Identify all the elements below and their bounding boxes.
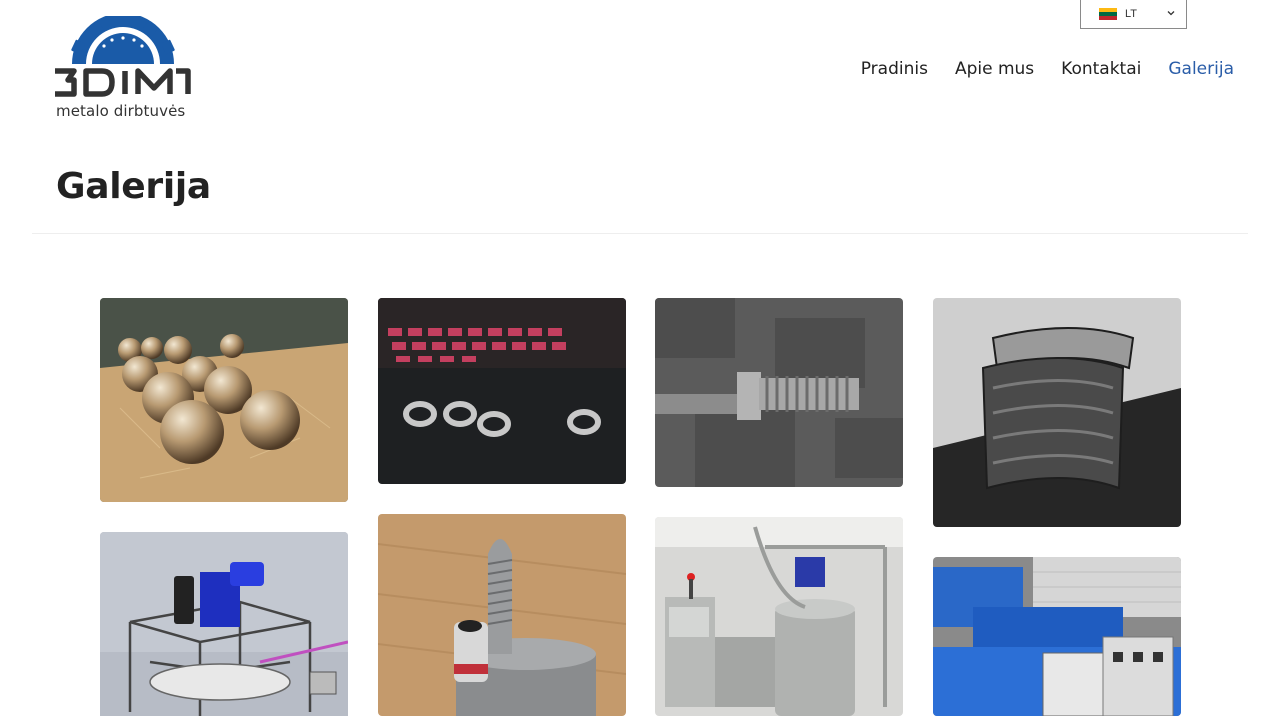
gallery-image	[378, 514, 626, 716]
header-divider	[32, 233, 1248, 234]
gallery-item-steel-tank-machine[interactable]	[655, 517, 903, 716]
gallery-image	[655, 517, 903, 716]
gallery-item-blue-machine[interactable]	[933, 557, 1181, 716]
main-nav: Pradinis Apie mus Kontaktai Galerija	[861, 59, 1234, 79]
gallery-image	[100, 532, 348, 716]
nav-item-kontaktai[interactable]: Kontaktai	[1061, 59, 1141, 79]
language-code: LT	[1125, 8, 1138, 20]
chevron-down-icon	[1167, 11, 1175, 16]
gallery-item-curved-segments[interactable]	[933, 298, 1181, 527]
page-title: Galerija	[56, 166, 211, 207]
nav-item-pradinis[interactable]: Pradinis	[861, 59, 928, 79]
gallery-item-knurled-rings[interactable]	[378, 298, 626, 484]
gallery-image	[100, 298, 348, 502]
logo-tagline: metalo dirbtuvės	[56, 102, 186, 120]
language-selector[interactable]: LT	[1080, 0, 1187, 29]
lithuania-flag-icon	[1099, 8, 1117, 20]
site-logo[interactable]: metalo dirbtuvės	[52, 13, 194, 122]
gear-logo-icon	[55, 13, 191, 97]
gallery-item-metal-spheres[interactable]	[100, 298, 348, 502]
gallery-image	[933, 557, 1181, 716]
gallery-image	[933, 298, 1181, 527]
gallery-image	[378, 298, 626, 484]
gallery-item-cad-model[interactable]	[100, 532, 348, 716]
gallery-image	[655, 298, 903, 487]
nav-item-apie-mus[interactable]: Apie mus	[955, 59, 1034, 79]
nav-item-galerija[interactable]: Galerija	[1168, 59, 1234, 79]
gallery-item-threaded-pin[interactable]	[378, 514, 626, 716]
gallery-item-threaded-bolt[interactable]	[655, 298, 903, 487]
